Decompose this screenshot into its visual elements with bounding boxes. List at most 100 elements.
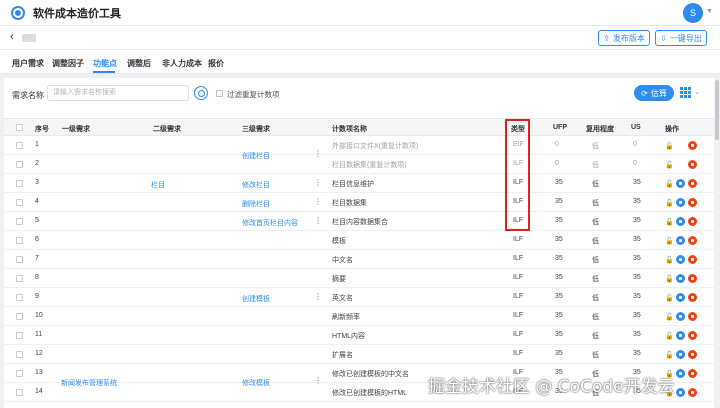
user-avatar[interactable]: S [683, 3, 703, 23]
tab-adjusted[interactable]: 调整后 [127, 58, 151, 69]
level3-edit-template-cell[interactable]: 修改模板 [242, 378, 270, 388]
copy-icon[interactable] [676, 312, 685, 321]
copy-icon[interactable] [676, 274, 685, 283]
tab-function-points[interactable]: 功能点 [93, 58, 117, 69]
filter-duplicates-checkbox[interactable] [216, 90, 223, 97]
row-checkbox[interactable] [16, 218, 23, 225]
lock-icon[interactable]: 🔓 [665, 351, 674, 359]
row-checkbox[interactable] [16, 237, 23, 244]
level3-edit-column-cell[interactable]: 修改栏目 [242, 180, 270, 190]
delete-icon[interactable] [688, 179, 697, 188]
lock-icon[interactable]: 🔓 [665, 142, 674, 150]
more-icon[interactable]: ⋮ [314, 292, 322, 301]
copy-icon[interactable] [676, 179, 685, 188]
chevron-down-icon[interactable]: ▼ [706, 8, 713, 15]
lock-icon[interactable]: 🔓 [665, 294, 674, 302]
level1-news-system-cell[interactable]: 新闻发布管理系统 [61, 378, 117, 388]
copy-icon[interactable] [676, 293, 685, 302]
row-checkbox[interactable] [16, 294, 23, 301]
row-checkbox[interactable] [16, 370, 23, 377]
level3-delete-column-cell[interactable]: 删除栏目 [242, 199, 270, 209]
table-row[interactable]: 7 中文名 ILF 35 低 35 🔓 [4, 250, 714, 269]
row-checkbox[interactable] [16, 275, 23, 282]
publish-version-button[interactable]: ⇪ 发布版本 [598, 30, 650, 46]
table-row[interactable]: 11 HTML内容 ILF 35 低 35 🔓 [4, 326, 714, 345]
delete-icon[interactable] [688, 312, 697, 321]
row-checkbox[interactable] [16, 332, 23, 339]
copy-icon[interactable] [676, 350, 685, 359]
lock-icon[interactable]: 🔓 [665, 313, 674, 321]
row-us: 35 [633, 331, 641, 338]
lock-icon[interactable]: 🔓 [665, 275, 674, 283]
lock-icon[interactable]: 🔓 [665, 332, 674, 340]
delete-icon[interactable] [688, 369, 697, 378]
copy-icon[interactable] [676, 198, 685, 207]
copy-icon[interactable] [676, 331, 685, 340]
table-row[interactable]: 9 英文名 ILF 35 低 35 🔓 [4, 288, 714, 307]
select-all-checkbox[interactable] [16, 124, 23, 131]
delete-icon[interactable] [688, 274, 697, 283]
table-row[interactable]: 4 栏目数据集 ILF 35 低 35 🔓 [4, 193, 714, 212]
delete-icon[interactable] [688, 331, 697, 340]
table-row[interactable]: 12 扩展名 ILF 35 低 35 🔓 [4, 345, 714, 364]
delete-icon[interactable] [688, 293, 697, 302]
lock-icon[interactable]: 🔓 [665, 161, 674, 169]
row-checkbox[interactable] [16, 351, 23, 358]
estimate-button[interactable]: ⟳ 估算 [634, 85, 674, 101]
chevron-down-icon[interactable]: ⌄ [694, 88, 700, 96]
copy-icon[interactable] [676, 255, 685, 264]
more-icon[interactable]: ⋮ [314, 197, 322, 206]
scrollbar-thumb[interactable] [715, 80, 719, 140]
table-row[interactable]: 2 栏目数据集(重复计数项) ILF 0 低 0 🔓 [4, 155, 714, 174]
lock-icon[interactable]: 🔓 [665, 180, 674, 188]
table-row[interactable]: 1 外部接口文件X(重复计数项) EIF 0 低 0 🔓 [4, 136, 714, 155]
tab-adjustment-factors[interactable]: 调整因子 [52, 58, 84, 69]
row-checkbox[interactable] [16, 199, 23, 206]
row-checkbox[interactable] [16, 389, 23, 396]
delete-icon[interactable] [688, 198, 697, 207]
table-row[interactable]: 6 模板 ILF 35 低 35 🔓 [4, 231, 714, 250]
more-icon[interactable]: ⋮ [314, 149, 322, 158]
copy-icon[interactable] [676, 369, 685, 378]
table-row[interactable]: 5 栏目内容数据集合 ILF 35 低 35 🔓 [4, 212, 714, 231]
grid-view-icon[interactable] [680, 87, 692, 98]
search-icon[interactable] [194, 86, 208, 100]
back-arrow-icon[interactable]: ‹ [10, 31, 14, 43]
lock-icon[interactable]: 🔓 [665, 237, 674, 245]
row-checkbox[interactable] [16, 142, 23, 149]
lock-icon[interactable]: 🔓 [665, 218, 674, 226]
tab-quote[interactable]: 报价 [208, 58, 224, 69]
row-checkbox[interactable] [16, 256, 23, 263]
row-us: 35 [633, 198, 641, 205]
delete-icon[interactable] [688, 236, 697, 245]
row-checkbox[interactable] [16, 313, 23, 320]
level3-edit-home-content-cell[interactable]: 修改首页栏目内容 [242, 218, 298, 228]
row-reuse: 低 [592, 143, 599, 150]
tab-non-labor-cost[interactable]: 非人力成本 [162, 58, 202, 69]
delete-icon[interactable] [688, 217, 697, 226]
level3-create-template-cell[interactable]: 创建模板 [242, 294, 270, 304]
delete-icon[interactable] [688, 160, 697, 169]
table-row[interactable]: 10 刷新频率 ILF 35 低 35 🔓 [4, 307, 714, 326]
delete-icon[interactable] [688, 350, 697, 359]
lock-icon[interactable]: 🔓 [665, 199, 674, 207]
copy-icon[interactable] [676, 236, 685, 245]
table-row[interactable]: 3 栏目信息维护 ILF 35 低 35 🔓 [4, 174, 714, 193]
more-icon[interactable]: ⋮ [314, 178, 322, 187]
one-click-export-button[interactable]: ⇩ 一键导出 [655, 30, 707, 46]
delete-icon[interactable] [688, 255, 697, 264]
level2-column-cell[interactable]: 栏目 [151, 180, 165, 190]
row-checkbox[interactable] [16, 161, 23, 168]
table-row[interactable]: 8 摘要 ILF 35 低 35 🔓 [4, 269, 714, 288]
row-checkbox[interactable] [16, 180, 23, 187]
delete-icon[interactable] [688, 141, 697, 150]
more-icon[interactable]: ⋮ [314, 216, 322, 225]
tab-user-requirements[interactable]: 用户需求 [12, 58, 44, 69]
more-icon[interactable]: ⋮ [314, 376, 322, 385]
level3-create-column-cell[interactable]: 创建栏目 [242, 151, 270, 161]
copy-icon[interactable] [676, 217, 685, 226]
delete-icon[interactable] [688, 388, 697, 397]
lock-icon[interactable]: 🔓 [665, 256, 674, 264]
search-input[interactable]: 请输入需求名称搜索 [47, 85, 189, 101]
copy-icon[interactable] [676, 388, 685, 397]
